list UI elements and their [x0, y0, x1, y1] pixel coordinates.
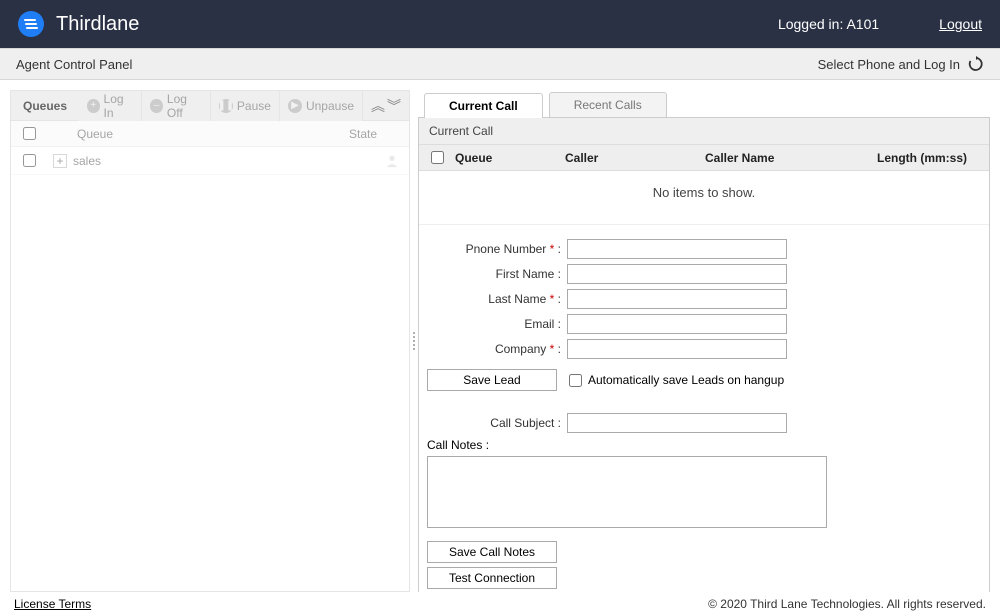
- play-icon: ▶: [288, 99, 302, 113]
- logged-in-status: Logged in: A101: [778, 16, 879, 32]
- phone-label: Pnone Number * :: [427, 242, 567, 256]
- email-label: Email :: [427, 317, 567, 331]
- refresh-icon[interactable]: [968, 56, 984, 72]
- test-connection-button[interactable]: Test Connection: [427, 567, 557, 589]
- select-phone-link[interactable]: Select Phone and Log In: [818, 57, 960, 72]
- top-header: Thirdlane Logged in: A101 Logout: [0, 0, 1000, 48]
- firstname-input[interactable]: [567, 264, 787, 284]
- expand-row-icon[interactable]: +: [53, 154, 67, 168]
- queues-title: Queues: [11, 99, 79, 113]
- license-link[interactable]: License Terms: [14, 597, 91, 611]
- subject-input[interactable]: [567, 413, 787, 433]
- person-icon: [385, 154, 399, 168]
- logout-link[interactable]: Logout: [939, 16, 982, 32]
- logged-in-user: A101: [846, 16, 879, 32]
- call-panel: Current Call Recent Calls Current Call Q…: [418, 90, 990, 592]
- collapse-all-icon[interactable]: ︽: [371, 96, 385, 116]
- lastname-label: Last Name * :: [427, 292, 567, 306]
- plus-icon: +: [87, 99, 100, 113]
- subject-label: Call Subject :: [427, 416, 567, 430]
- expand-collapse-group: ︽ ︾: [363, 96, 409, 116]
- col-length: Length (mm:ss): [855, 151, 989, 165]
- queue-name: sales: [73, 154, 385, 168]
- tab-recent-calls[interactable]: Recent Calls: [549, 92, 667, 117]
- sub-header: Agent Control Panel Select Phone and Log…: [0, 48, 1000, 80]
- no-items-message: No items to show.: [419, 171, 989, 225]
- col-caller-name: Caller Name: [705, 151, 855, 165]
- login-button[interactable]: + Log In: [79, 91, 142, 121]
- phone-input[interactable]: [567, 239, 787, 259]
- main-content: Queues + Log In – Log Off ❚❚ Pause ▶ Unp…: [0, 80, 1000, 592]
- col-caller: Caller: [565, 151, 705, 165]
- login-button-label: Log In: [104, 92, 134, 120]
- queues-table-header: Queue State: [11, 121, 409, 147]
- menu-lines-icon: [23, 16, 39, 32]
- select-all-calls-checkbox[interactable]: [431, 151, 444, 164]
- company-input[interactable]: [567, 339, 787, 359]
- brand-name: Thirdlane: [56, 13, 139, 36]
- save-notes-button[interactable]: Save Call Notes: [427, 541, 557, 563]
- logged-in-label: Logged in:: [778, 16, 843, 32]
- current-call-body: Current Call Queue Caller Caller Name Le…: [418, 118, 990, 592]
- queue-row-checkbox[interactable]: [23, 154, 36, 167]
- unpause-button-label: Unpause: [306, 99, 354, 113]
- tabs: Current Call Recent Calls: [418, 90, 990, 118]
- notes-label: Call Notes :: [427, 436, 981, 456]
- logoff-button[interactable]: – Log Off: [142, 91, 211, 121]
- auto-save-text: Automatically save Leads on hangup: [588, 373, 784, 387]
- auto-save-checkbox[interactable]: [569, 374, 582, 387]
- tab-current-call[interactable]: Current Call: [424, 93, 543, 118]
- unpause-button[interactable]: ▶ Unpause: [280, 91, 363, 121]
- queues-toolbar: Queues + Log In – Log Off ❚❚ Pause ▶ Unp…: [11, 91, 409, 121]
- logoff-button-label: Log Off: [167, 92, 202, 120]
- queue-row: + sales: [11, 147, 409, 175]
- brand-logo: [18, 11, 44, 37]
- notes-textarea[interactable]: [427, 456, 827, 528]
- minus-icon: –: [150, 99, 163, 113]
- queues-panel: Queues + Log In – Log Off ❚❚ Pause ▶ Unp…: [10, 90, 410, 592]
- pause-button-label: Pause: [237, 99, 271, 113]
- pause-icon: ❚❚: [219, 99, 233, 113]
- lastname-input[interactable]: [567, 289, 787, 309]
- company-label: Company * :: [427, 342, 567, 356]
- call-table-header: Queue Caller Caller Name Length (mm:ss): [419, 145, 989, 171]
- footer: License Terms © 2020 Third Lane Technolo…: [0, 592, 1000, 616]
- auto-save-label[interactable]: Automatically save Leads on hangup: [569, 373, 784, 387]
- save-lead-button[interactable]: Save Lead: [427, 369, 557, 391]
- page-title: Agent Control Panel: [16, 57, 132, 72]
- email-input[interactable]: [567, 314, 787, 334]
- lead-form: Pnone Number * : First Name : Last Name …: [419, 225, 989, 592]
- state-col-header: State: [349, 127, 409, 141]
- expand-all-icon[interactable]: ︾: [387, 96, 401, 116]
- current-call-section-title: Current Call: [419, 118, 989, 145]
- copyright: © 2020 Third Lane Technologies. All righ…: [708, 597, 986, 611]
- queue-col-header: Queue: [47, 127, 349, 141]
- col-queue: Queue: [455, 151, 565, 165]
- pause-button[interactable]: ❚❚ Pause: [211, 91, 280, 121]
- select-all-queues-checkbox[interactable]: [23, 127, 36, 140]
- firstname-label: First Name :: [427, 267, 567, 281]
- panel-splitter[interactable]: [410, 90, 418, 592]
